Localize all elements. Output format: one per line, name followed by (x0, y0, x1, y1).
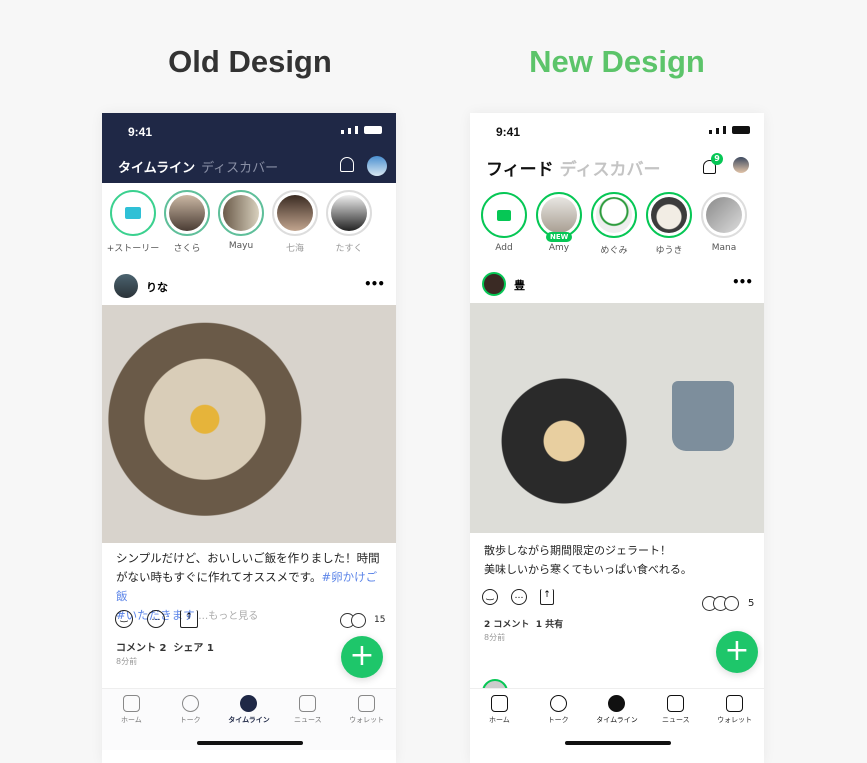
new-badge: NEW (546, 232, 573, 242)
status-icons (709, 126, 750, 134)
tab-discover[interactable]: ディスカバー (560, 155, 661, 180)
nav-home[interactable]: ホーム (470, 689, 529, 750)
profile-avatar[interactable] (367, 156, 387, 176)
camera-icon (125, 207, 141, 219)
post-time: 8分前 (116, 657, 138, 666)
new-design-phone: 9:41 フィード ディスカバー 9 Add NEW Amy めぐみ ゆうき Ma… (470, 113, 764, 763)
status-time: 9:41 (496, 125, 521, 139)
home-icon (122, 695, 140, 712)
story-item[interactable]: ゆうき (642, 192, 696, 256)
wallet-icon (726, 695, 744, 712)
create-post-button[interactable]: + (716, 631, 758, 673)
camera-icon (497, 209, 511, 221)
react-icon[interactable]: ‿ (115, 610, 133, 628)
post-author-avatar[interactable] (482, 272, 506, 296)
comment-icon[interactable]: … (147, 610, 165, 628)
story-item[interactable]: 七海 (268, 190, 322, 254)
nav-wallet[interactable]: ウォレット (337, 689, 396, 750)
status-icons (341, 126, 382, 134)
clock-icon (240, 695, 258, 712)
clock-icon (608, 695, 626, 712)
profile-avatar[interactable] (733, 157, 749, 173)
cup (672, 381, 734, 451)
post-author-name[interactable]: りな (146, 279, 168, 295)
post-caption: 散歩しながら期間限定のジェラート！ 美味しいから寒くてもいっぱい食べれる。 (484, 544, 692, 576)
reaction-stickers[interactable] (340, 613, 366, 628)
old-design-phone: 9:41 タイムライン ディスカバー +ストーリー さくら Mayu 七海 たす… (102, 113, 396, 763)
old-design-heading: Old Design (168, 44, 332, 79)
chat-icon (181, 695, 199, 712)
header: 9:41 タイムライン ディスカバー (102, 113, 396, 183)
nav-wallet[interactable]: ウォレット (705, 689, 764, 750)
more-options-icon[interactable]: ••• (732, 275, 753, 289)
story-item[interactable]: めぐみ (587, 192, 641, 256)
story-item[interactable]: さくら (160, 190, 214, 254)
share-icon[interactable]: ↑ (540, 589, 554, 605)
comment-count[interactable]: 2 コメント (484, 620, 529, 630)
tab-feed[interactable]: フィード (486, 155, 554, 180)
reaction-stickers[interactable] (702, 596, 739, 611)
tab-discover[interactable]: ディスカバー (201, 157, 278, 176)
share-count[interactable]: シェア 1 (173, 643, 213, 654)
post-author-name[interactable]: 豊 (514, 277, 525, 293)
react-icon[interactable]: ‿ (482, 589, 498, 605)
reaction-count: 15 (374, 615, 386, 625)
post-photo[interactable] (102, 305, 396, 543)
post-photo[interactable] (470, 303, 764, 533)
see-more-link[interactable]: …もっと見る (198, 611, 258, 622)
comment-count[interactable]: コメント 2 (116, 643, 166, 654)
bell-icon[interactable] (340, 157, 354, 172)
story-item[interactable]: Mana (697, 192, 751, 253)
story-item[interactable]: Mayu (214, 190, 268, 251)
notification-badge: 9 (711, 153, 723, 165)
tab-timeline[interactable]: タイムライン (118, 157, 195, 176)
nav-home[interactable]: ホーム (102, 689, 161, 750)
story-add[interactable]: Add (477, 192, 531, 253)
post-author-avatar[interactable] (114, 274, 138, 298)
new-design-heading: New Design (529, 44, 705, 79)
post-time: 8分前 (484, 633, 506, 642)
news-icon (299, 695, 317, 712)
news-icon (667, 695, 685, 712)
home-indicator (197, 741, 303, 745)
story-add[interactable]: +ストーリー (106, 190, 160, 254)
create-post-button[interactable]: + (341, 636, 383, 678)
reaction-count: 5 (748, 598, 755, 609)
comment-icon[interactable]: … (511, 589, 527, 605)
status-time: 9:41 (128, 125, 153, 139)
more-options-icon[interactable]: ••• (364, 277, 385, 291)
home-indicator (565, 741, 671, 745)
chat-icon (549, 695, 567, 712)
share-icon[interactable]: ↑ (180, 610, 198, 628)
story-item[interactable]: たすく (322, 190, 376, 254)
share-count[interactable]: 1 共有 (536, 620, 563, 630)
wallet-icon (358, 695, 376, 712)
story-item[interactable]: NEW Amy (532, 192, 586, 253)
home-icon (490, 695, 508, 712)
